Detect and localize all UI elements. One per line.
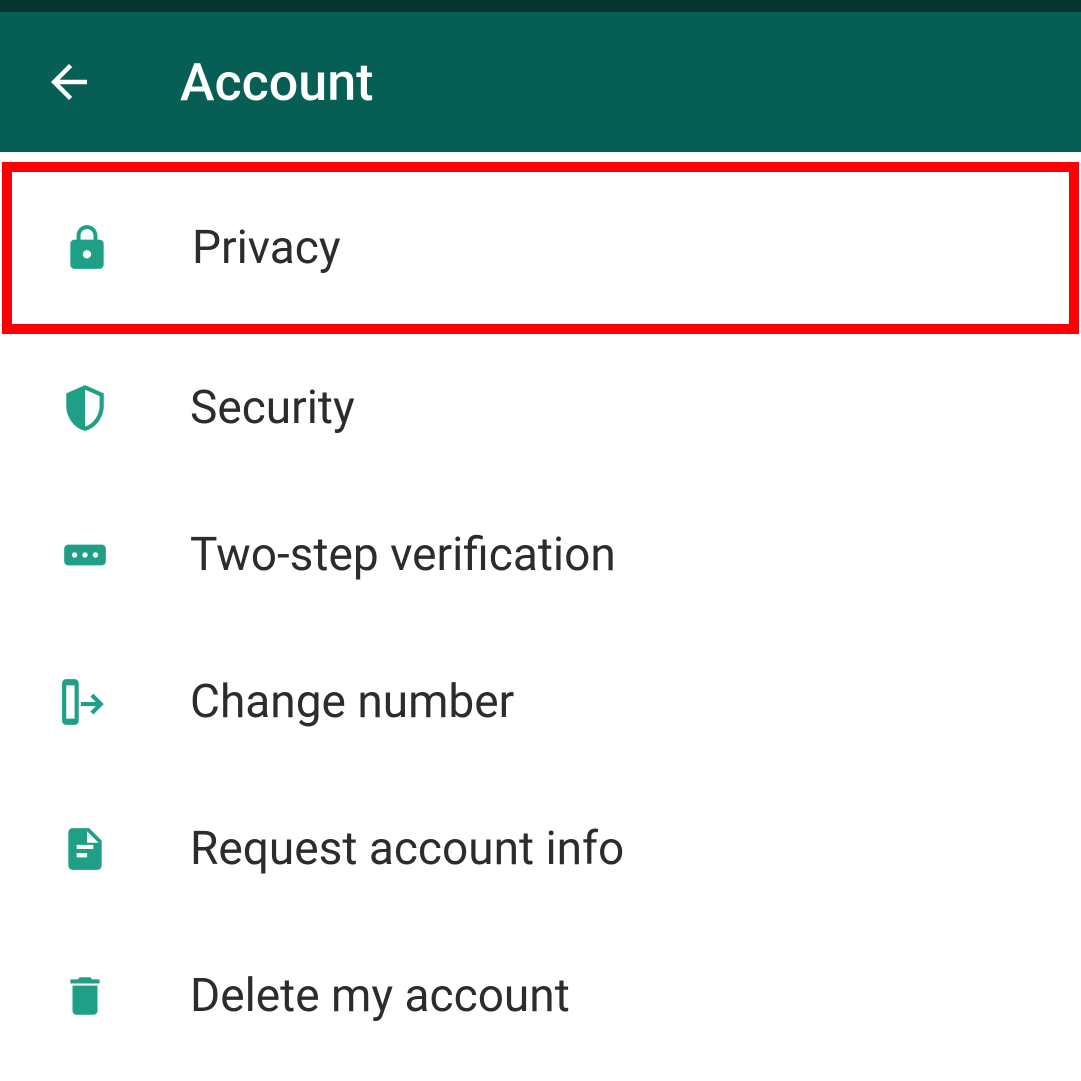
settings-item-change-number[interactable]: Change number [0,628,1081,775]
settings-item-two-step[interactable]: Two-step verification [0,481,1081,628]
settings-item-label: Delete my account [190,969,570,1023]
trash-icon [60,971,110,1021]
page-title: Account [180,52,373,113]
status-strip [0,0,1081,12]
settings-item-label: Privacy [192,221,341,275]
settings-item-security[interactable]: Security [0,334,1081,481]
settings-item-label: Change number [190,675,514,729]
shield-icon [60,383,110,433]
settings-item-privacy[interactable]: Privacy [2,162,1079,334]
pin-icon [60,530,110,580]
settings-item-label: Two-step verification [190,528,616,582]
phone-transfer-icon [60,677,110,727]
settings-list: Privacy Security Two-step verification [0,152,1081,1069]
settings-item-delete-account[interactable]: Delete my account [0,922,1081,1069]
settings-item-request-info[interactable]: Request account info [0,775,1081,922]
app-header: Account [0,12,1081,152]
arrow-left-icon [42,55,96,109]
settings-item-label: Request account info [190,822,624,876]
settings-item-label: Security [190,381,355,435]
lock-icon [62,223,112,273]
document-icon [60,824,110,874]
back-button[interactable] [42,55,96,109]
